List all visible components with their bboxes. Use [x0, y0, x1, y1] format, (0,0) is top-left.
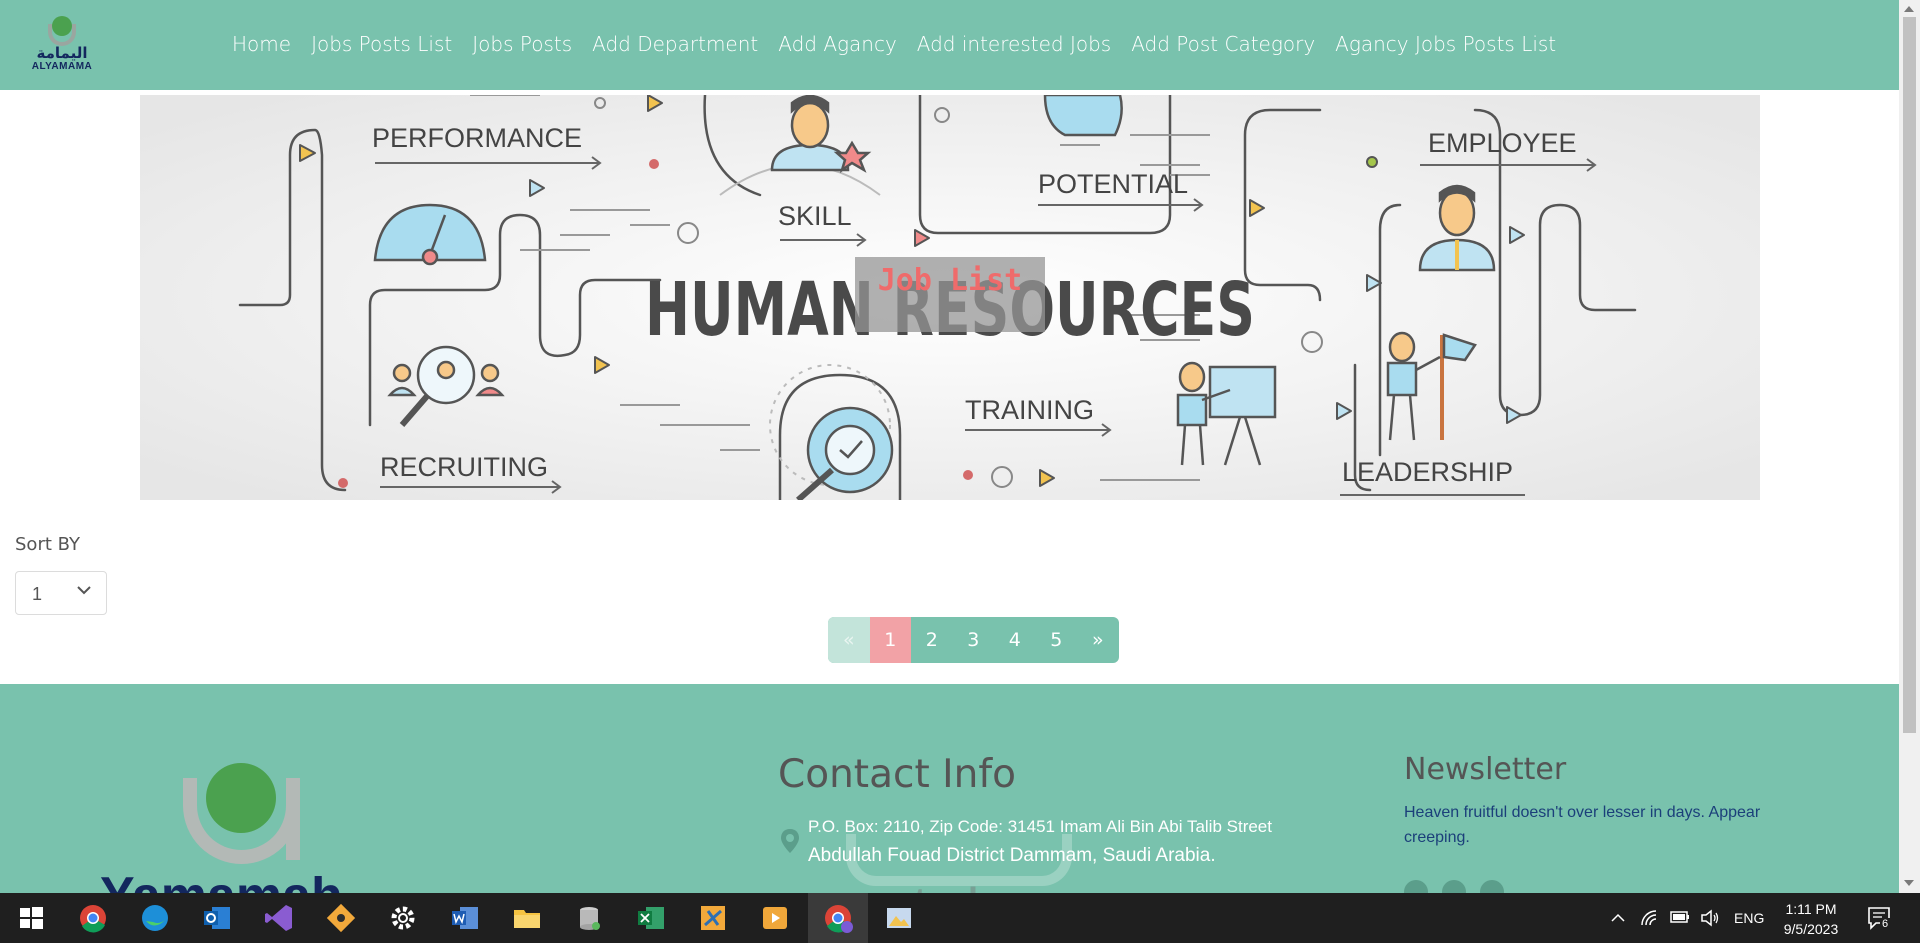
notification-center[interactable]: 6	[1866, 905, 1892, 931]
nav-add-interested-jobs[interactable]: Add interested Jobs	[917, 32, 1111, 56]
logo-arabic-text: اليمامة	[36, 44, 88, 62]
scrollbar-thumb[interactable]	[1903, 17, 1916, 733]
chrome-icon[interactable]	[76, 901, 110, 935]
main-nav: Home Jobs Posts List Jobs Posts Add Depa…	[232, 32, 1576, 56]
clock-date: 9/5/2023	[1783, 921, 1839, 937]
footer-logo-stem	[286, 800, 300, 860]
design-tool-icon[interactable]	[696, 901, 730, 935]
banner-word-leadership: LEADERSHIP	[1342, 457, 1513, 487]
sort-select[interactable]: 1	[15, 571, 107, 615]
logo-dot	[52, 16, 72, 36]
pagination-prev[interactable]: «	[828, 617, 870, 663]
footer-brand-text: Yamamah	[100, 876, 343, 893]
navbar: اليمامة ALYAMAMA Home Jobs Posts List Jo…	[0, 0, 1899, 90]
git-tool-icon[interactable]	[324, 901, 358, 935]
site-logo[interactable]: اليمامة ALYAMAMA	[22, 16, 102, 74]
footer-logo-dot	[206, 763, 276, 833]
scroll-down-arrow-icon[interactable]	[1904, 880, 1914, 886]
nav-add-post-category[interactable]: Add Post Category	[1131, 32, 1315, 56]
facebook-icon[interactable]	[1404, 880, 1428, 893]
banner-word-recruiting: RECRUITING	[380, 452, 548, 482]
word-icon[interactable]	[448, 901, 482, 935]
battery-icon[interactable]	[1670, 910, 1690, 924]
pagination-page-5[interactable]: 5	[1036, 617, 1078, 663]
windows-taskbar: ENG 1:11 PM 9/5/2023 6	[0, 893, 1920, 943]
language-indicator[interactable]: ENG	[1734, 910, 1764, 926]
nav-agancy-jobs-posts-list[interactable]: Agancy Jobs Posts List	[1335, 32, 1556, 56]
banner-word-skill: SKILL	[778, 201, 852, 231]
file-explorer-icon[interactable]	[510, 901, 544, 935]
sort-label: Sort BY	[15, 534, 80, 555]
pagination: « 1 2 3 4 5 »	[828, 617, 1119, 663]
browser-viewport: اليمامة ALYAMAMA Home Jobs Posts List Jo…	[0, 0, 1899, 893]
visual-studio-icon[interactable]	[262, 901, 296, 935]
hero-title-overlay: Job List	[855, 257, 1045, 332]
outlook-icon[interactable]	[200, 901, 234, 935]
address-line-2: Abdullah Fouad District Dammam, Saudi Ar…	[808, 845, 1216, 866]
photos-icon[interactable]	[882, 901, 916, 935]
chevron-down-icon	[77, 586, 91, 595]
banner-word-employee: EMPLOYEE	[1428, 128, 1577, 158]
pagination-page-1[interactable]: 1	[869, 617, 911, 663]
banner-word-potential: POTENTIAL	[1038, 169, 1188, 199]
chevron-up-icon[interactable]	[1610, 911, 1626, 925]
newsletter-title: Newsletter	[1404, 752, 1567, 787]
page-title: Job List	[877, 263, 1023, 298]
pagination-page-3[interactable]: 3	[953, 617, 995, 663]
nav-add-agancy[interactable]: Add Agancy	[778, 32, 897, 56]
address-line-1: P.O. Box: 2110, Zip Code: 31451 Imam Ali…	[808, 817, 1272, 836]
watermark-text: mostaql.com	[840, 880, 1062, 893]
nav-add-department[interactable]: Add Department	[592, 32, 758, 56]
nav-home[interactable]: Home	[232, 32, 291, 56]
clock-time: 1:11 PM	[1785, 901, 1837, 917]
taskbar-clock[interactable]: 1:11 PM 9/5/2023	[1770, 899, 1852, 939]
nav-jobs-posts[interactable]: Jobs Posts	[472, 32, 572, 56]
linkedin-icon[interactable]	[1480, 880, 1504, 893]
nav-jobs-posts-list[interactable]: Jobs Posts List	[311, 32, 452, 56]
database-icon[interactable]	[572, 901, 606, 935]
hero-banner: PERFORMANCE SKILL POTENTIAL EMPLOYEE REC…	[140, 95, 1760, 500]
map-pin-icon	[781, 829, 799, 853]
social-links	[1404, 880, 1504, 893]
volume-icon[interactable]	[1700, 909, 1720, 927]
chrome-profile-icon[interactable]	[821, 901, 855, 935]
twitter-icon[interactable]	[1442, 880, 1466, 893]
media-player-icon[interactable]	[758, 901, 792, 935]
sort-selected-value: 1	[32, 584, 43, 604]
contact-info-title: Contact Info	[778, 752, 1016, 797]
pagination-page-4[interactable]: 4	[994, 617, 1036, 663]
wifi-icon[interactable]	[1640, 909, 1658, 927]
logo-english-text: ALYAMAMA	[31, 61, 93, 72]
excel-icon[interactable]	[634, 901, 668, 935]
banner-word-performance: PERFORMANCE	[372, 123, 582, 153]
pagination-next[interactable]: »	[1077, 617, 1119, 663]
footer-brand: Yamamah	[100, 876, 420, 893]
banner-word-training: TRAINING	[965, 395, 1094, 425]
scroll-up-arrow-icon[interactable]	[1904, 6, 1914, 12]
vertical-scrollbar[interactable]	[1899, 0, 1920, 893]
newsletter-text: Heaven fruitful doesn't over lesser in d…	[1404, 804, 1761, 846]
edge-icon[interactable]	[138, 901, 172, 935]
settings-gear-icon[interactable]	[386, 901, 420, 935]
notification-count: 6	[1880, 918, 1891, 930]
pagination-page-2[interactable]: 2	[911, 617, 953, 663]
windows-start-icon[interactable]	[14, 901, 48, 935]
